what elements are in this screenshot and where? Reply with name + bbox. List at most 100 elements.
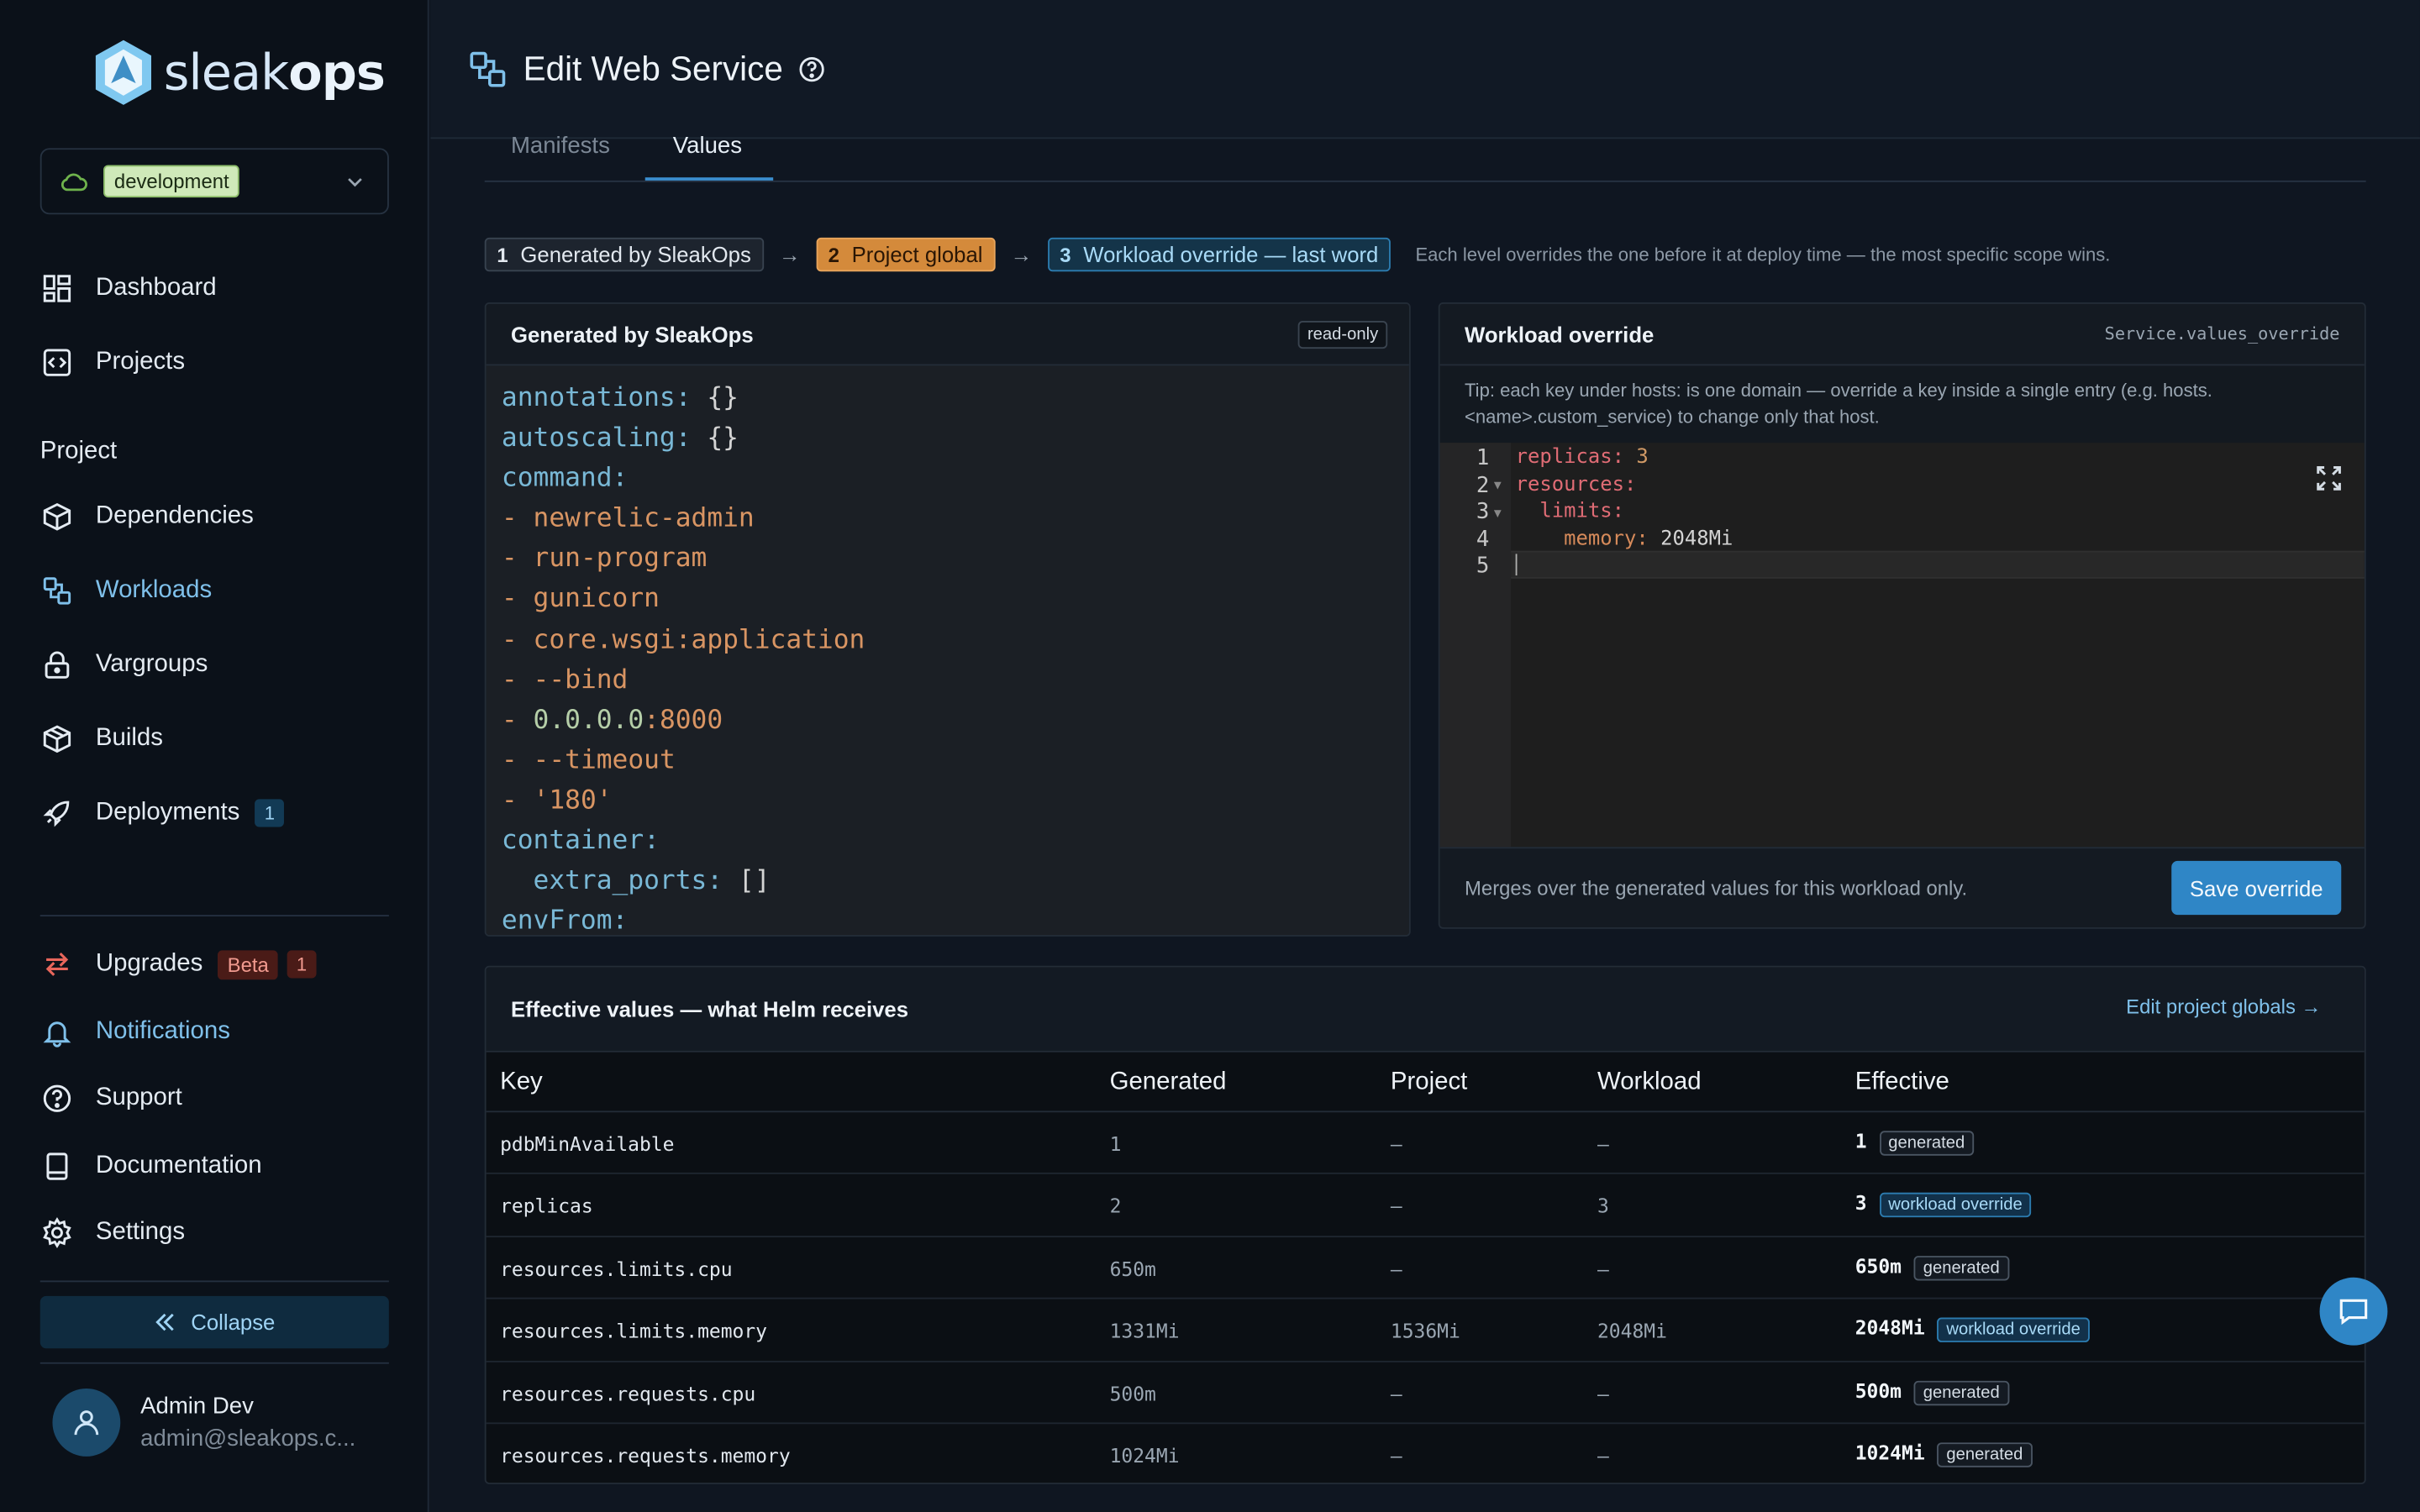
cell-key: resources.requests.memory <box>500 1444 791 1467</box>
nav-upgrades-label: Upgrades <box>95 950 203 977</box>
cube-icon <box>40 500 74 533</box>
nav-dashboard[interactable]: Dashboard <box>40 271 217 305</box>
override-yaml-editor[interactable]: 1 2 3 4 5 ▼ ▼ replicas: 3 resources: lim… <box>1439 443 2365 848</box>
edit-project-globals-link[interactable]: Edit project globals → <box>2126 995 2321 1019</box>
sidebar: sleakops development Dashboard Projects … <box>0 0 429 1512</box>
cell-generated: 2 <box>1109 1194 1122 1218</box>
nav-projects-label: Projects <box>95 349 186 375</box>
table-row: resources.requests.cpu 500m — — 500m generate… <box>486 1362 2365 1425</box>
bell-icon <box>40 1016 74 1049</box>
environment-select[interactable]: development <box>39 148 389 215</box>
logo[interactable]: sleakops <box>90 37 386 108</box>
table-row: replicas 2 — 3 3 workload override <box>486 1174 2365 1237</box>
cell-generated: 500m <box>1109 1381 1156 1405</box>
gear-icon <box>40 1215 74 1249</box>
save-override-button[interactable]: Save override <box>2171 860 2342 916</box>
nav-documentation[interactable]: Documentation <box>40 1149 262 1183</box>
cell-workload: 3 <box>1597 1194 1609 1218</box>
chat-button[interactable] <box>2319 1277 2388 1346</box>
cell-workload: — <box>1597 1132 1609 1156</box>
expand-icon[interactable] <box>2315 465 2343 492</box>
nav-notifications-label: Notifications <box>95 1018 230 1045</box>
cell-workload: — <box>1597 1257 1609 1281</box>
generated-panel-title: Generated by SleakOps <box>510 321 754 347</box>
editor-line: resources: <box>1515 472 1637 496</box>
sleakops-logo-icon <box>95 39 151 105</box>
fold-caret-icon[interactable]: ▼ <box>1494 478 1502 492</box>
nav-upgrades[interactable]: Upgrades Beta 1 <box>40 948 317 981</box>
code-line: - --bind <box>501 664 629 696</box>
swap-arrows-icon <box>40 948 74 981</box>
avatar <box>52 1389 121 1457</box>
lock-icon <box>40 648 74 681</box>
dashboard-icon <box>40 271 74 305</box>
table-row: pdbMinAvailable 1 — — 1 generated <box>486 1112 2365 1175</box>
table-row: resources.limits.cpu 650m — — 650m generated <box>486 1237 2365 1299</box>
cell-project: — <box>1390 1194 1402 1218</box>
tab-manifests[interactable]: Manifests <box>511 133 610 159</box>
nav-support[interactable]: Support <box>40 1082 182 1116</box>
source-badge: generated <box>1913 1380 2009 1405</box>
cell-effective: 2048Mi workload override <box>1855 1316 2090 1343</box>
nav-deployments[interactable]: Deployments 1 <box>40 796 285 830</box>
chevrons-left-icon <box>155 1313 174 1331</box>
collapse-sidebar-button[interactable]: Collapse <box>39 1295 389 1349</box>
nav-dependencies[interactable]: Dependencies <box>40 500 254 533</box>
fold-caret-icon[interactable]: ▼ <box>1494 506 1502 520</box>
cell-effective: 3 workload override <box>1855 1192 2032 1218</box>
code-square-icon <box>40 345 74 379</box>
arrow-right-icon: → <box>1010 242 1033 267</box>
logo-text-bold: ops <box>288 43 386 102</box>
cell-key: replicas <box>500 1194 593 1218</box>
nav-notifications[interactable]: Notifications <box>40 1016 230 1049</box>
environment-badge: development <box>103 165 240 198</box>
nav-projects[interactable]: Projects <box>40 345 185 379</box>
tab-bar: Manifests Values <box>484 133 2366 182</box>
cell-project: 1536Mi <box>1390 1319 1460 1343</box>
chain-step-generated: 1 Generated by SleakOps <box>484 237 764 272</box>
column-header-effective: Effective <box>1854 1068 1949 1096</box>
cell-workload: — <box>1597 1444 1609 1467</box>
user-name: Admin Dev <box>140 1393 254 1420</box>
chat-icon <box>2339 1299 2368 1326</box>
arrow-right-icon: → <box>778 242 801 267</box>
page-header: Edit Web Service <box>430 0 2420 139</box>
cloud-icon <box>60 172 87 191</box>
nav-dependencies-label: Dependencies <box>95 502 254 529</box>
package-icon <box>40 722 74 756</box>
column-header-workload: Workload <box>1597 1068 1702 1096</box>
nav-workloads-label: Workloads <box>95 576 213 604</box>
help-circle-icon[interactable] <box>798 55 826 82</box>
cell-key: resources.limits.memory <box>500 1319 768 1343</box>
code-line: - --timeout <box>501 744 676 776</box>
nav-workloads[interactable]: Workloads <box>40 574 212 607</box>
column-header-generated: Generated <box>1109 1068 1227 1096</box>
tab-values[interactable]: Values <box>673 133 742 159</box>
cell-effective: 1024Mi generated <box>1855 1441 2033 1467</box>
logo-text-light: sleak <box>163 43 289 102</box>
nav-documentation-label: Documentation <box>95 1152 262 1179</box>
nav-section-project: Project <box>39 438 118 465</box>
cell-generated: 1 <box>1109 1132 1122 1156</box>
upgrades-beta-badge: Beta <box>218 949 278 979</box>
cell-project: — <box>1390 1444 1402 1467</box>
source-badge: workload override <box>1879 1193 2032 1218</box>
table-row: resources.limits.memory 1331Mi 1536Mi 2048M… <box>486 1299 2365 1362</box>
upgrades-count-badge: 1 <box>287 950 317 979</box>
nav-builds[interactable]: Builds <box>40 722 163 756</box>
nav-dashboard-label: Dashboard <box>95 274 217 302</box>
nav-settings[interactable]: Settings <box>40 1215 185 1249</box>
cell-key: resources.limits.cpu <box>500 1257 733 1281</box>
cell-effective: 650m generated <box>1855 1254 2009 1281</box>
line-number: 2 <box>1476 472 1490 498</box>
line-number: 3 <box>1476 500 1490 525</box>
page-title: Edit Web Service <box>523 48 783 87</box>
sidebar-divider <box>39 915 389 916</box>
editor-line: limits: <box>1515 500 1625 523</box>
code-line: - core.wsgi:application <box>501 624 865 655</box>
nav-settings-label: Settings <box>95 1218 186 1246</box>
table-header: Key Generated Project Workload Effective <box>486 1050 2365 1113</box>
override-footer-note: Merges over the generated values for thi… <box>1465 876 1968 900</box>
nav-vargroups[interactable]: Vargroups <box>40 648 208 681</box>
user-profile[interactable]: Admin Dev admin@sleakops.c... <box>52 1389 355 1457</box>
